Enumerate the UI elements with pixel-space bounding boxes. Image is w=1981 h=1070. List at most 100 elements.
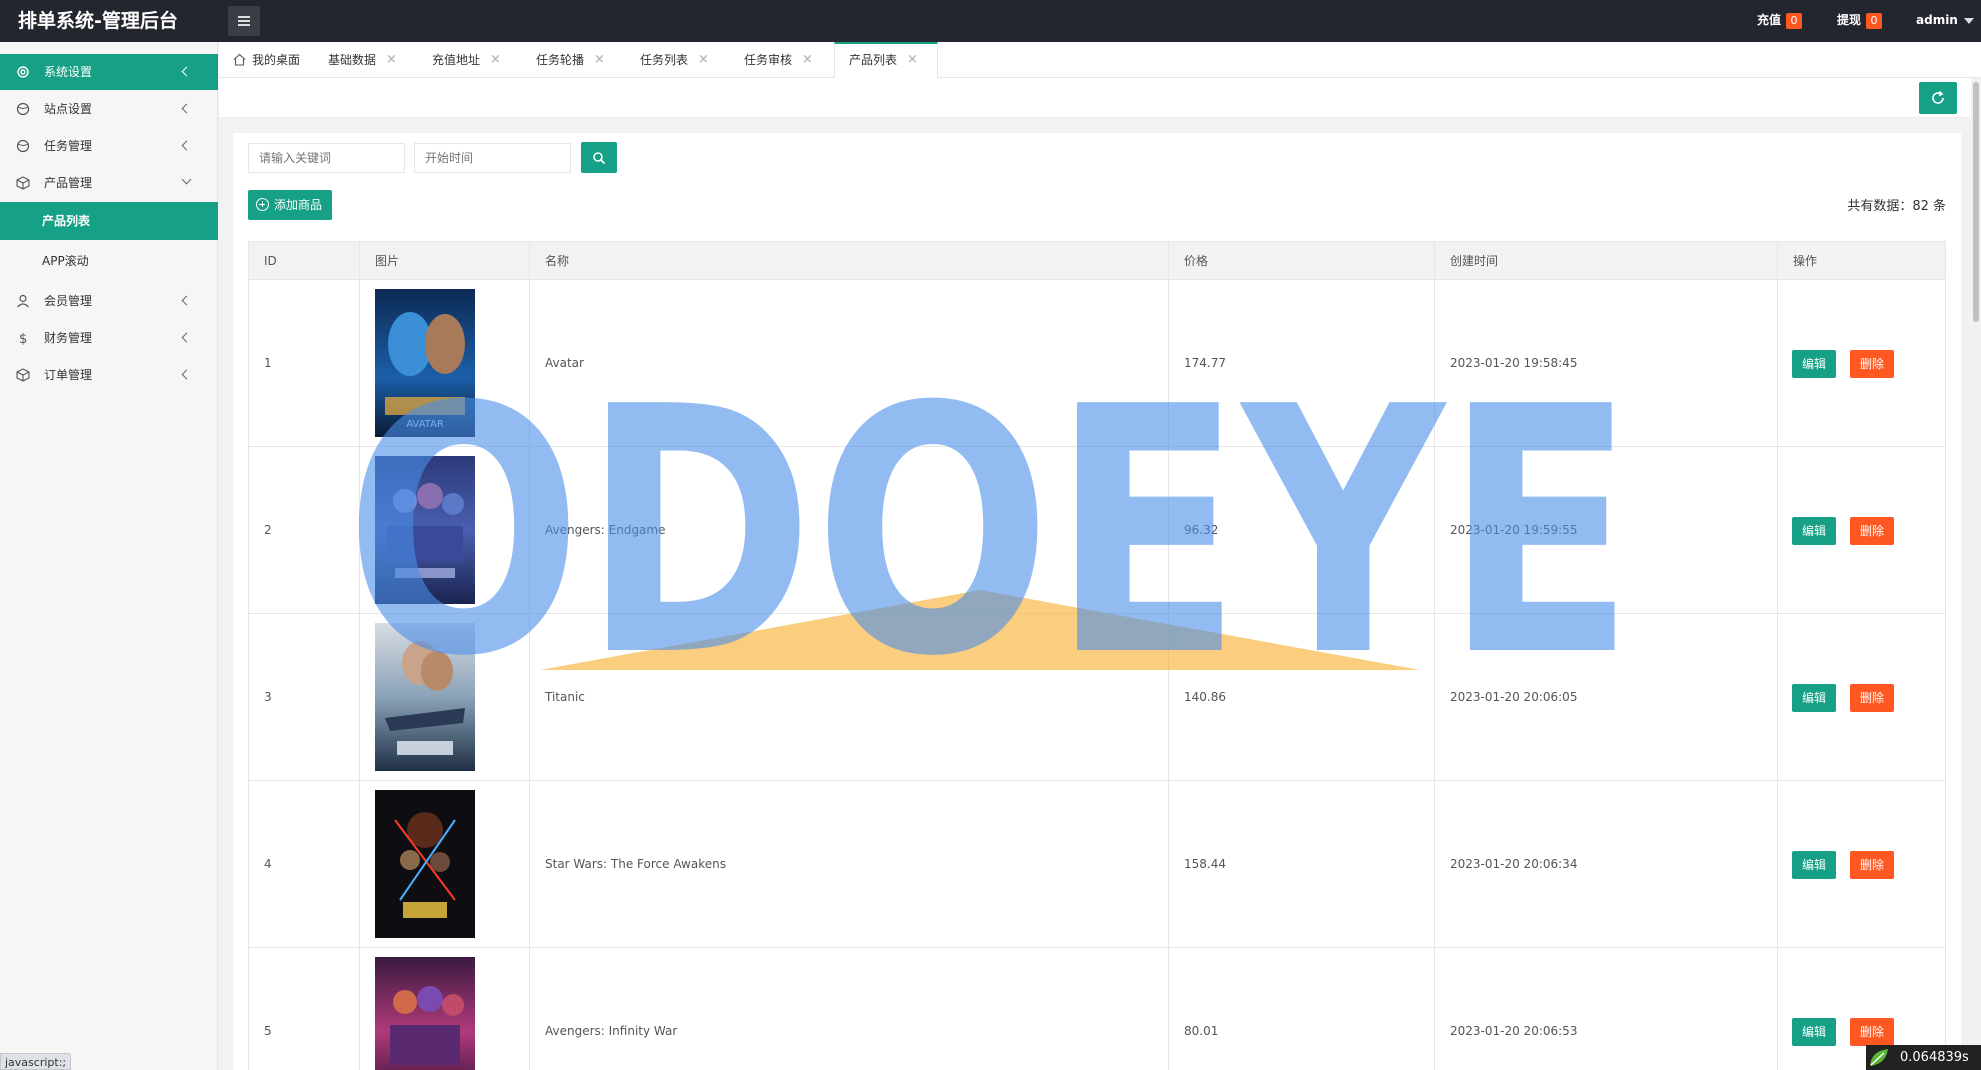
cell-name: Star Wars: The Force Awakens [530, 781, 1169, 947]
poster-image [375, 456, 475, 604]
chevron-left-icon [181, 369, 192, 380]
sidebar-item-product-list[interactable]: 产品列表 [0, 202, 218, 240]
box-icon [16, 368, 30, 382]
close-icon[interactable]: × [386, 42, 397, 78]
edit-button[interactable]: 编辑 [1792, 851, 1836, 879]
recharge-link[interactable]: 充值 0 [1757, 0, 1803, 42]
edit-button[interactable]: 编辑 [1792, 1018, 1836, 1046]
table-row: 2 Avengers: Endgame 96.32 2023-01-20 19:… [248, 447, 1946, 614]
tab-task-carousel[interactable]: 任务轮播 × [522, 42, 626, 78]
column-header: 名称 [530, 242, 1169, 281]
scrollbar-thumb[interactable] [1973, 82, 1979, 322]
chevron-down-icon [181, 174, 192, 185]
cell-name: Titanic [530, 614, 1169, 780]
close-icon[interactable]: × [802, 42, 813, 78]
gear-icon [17, 66, 29, 78]
withdraw-badge: 0 [1866, 12, 1883, 29]
box-icon [16, 176, 30, 190]
tab-product-list[interactable]: 产品列表 × [834, 42, 938, 78]
menu-toggle-button[interactable] [228, 6, 260, 36]
sidebar-item-product-management[interactable]: 产品管理 [0, 165, 218, 201]
cell-id: 5 [249, 948, 360, 1070]
close-icon[interactable]: × [490, 42, 501, 78]
delete-button[interactable]: 删除 [1850, 350, 1894, 378]
search-icon [593, 152, 606, 165]
edit-button[interactable]: 编辑 [1792, 350, 1836, 378]
tab-my-desktop[interactable]: 我的桌面 [219, 42, 314, 78]
globe-icon [16, 102, 30, 116]
delete-button[interactable]: 删除 [1850, 851, 1894, 879]
cell-actions: 编辑 删除 [1778, 447, 1946, 613]
cell-price: 140.86 [1169, 614, 1435, 780]
cell-created: 2023-01-20 20:06:05 [1435, 614, 1778, 780]
refresh-button[interactable] [1919, 82, 1957, 114]
edit-button[interactable]: 编辑 [1792, 517, 1836, 545]
app-title: 排单系统-管理后台 [18, 10, 178, 32]
tab-task-review[interactable]: 任务审核 × [730, 42, 834, 78]
cell-name: Avengers: Endgame [530, 447, 1169, 613]
tab-bar: 我的桌面 基础数据 × 充值地址 × 任务轮播 × 任务列表 × 任务审核 × 产品列表 × [219, 42, 1981, 78]
cell-image [360, 781, 530, 947]
svg-text:$: $ [19, 332, 27, 345]
close-icon[interactable]: × [907, 44, 918, 76]
poster-image [375, 790, 475, 938]
cell-id: 1 [249, 280, 360, 446]
cell-price: 174.77 [1169, 280, 1435, 446]
withdraw-link[interactable]: 提现 0 [1837, 0, 1883, 42]
sidebar-item-finance-management[interactable]: $ 财务管理 [0, 320, 218, 356]
chevron-left-icon [181, 103, 192, 114]
cell-name: Avengers: Infinity War [530, 948, 1169, 1070]
delete-button[interactable]: 删除 [1850, 684, 1894, 712]
user-icon [17, 294, 29, 308]
refresh-icon [1932, 90, 1944, 104]
cell-created: 2023-01-20 19:59:55 [1435, 447, 1778, 613]
cell-actions: 编辑 删除 [1778, 280, 1946, 446]
tab-basic-data[interactable]: 基础数据 × [314, 42, 418, 78]
close-icon[interactable]: × [594, 42, 605, 78]
chevron-left-icon [181, 66, 192, 77]
column-header: 图片 [360, 242, 530, 281]
keyword-search-input[interactable] [248, 143, 405, 173]
dollar-icon: $ [19, 332, 27, 345]
tab-task-list[interactable]: 任务列表 × [626, 42, 730, 78]
cell-image [360, 447, 530, 613]
user-menu[interactable]: admin [1916, 0, 1974, 42]
sidebar: 系统设置 站点设置 任务管理 产品管理 产品列表 APP滚动 会员管理 $ 财务… [0, 42, 218, 1070]
chevron-left-icon [181, 332, 192, 343]
start-date-input[interactable] [414, 143, 571, 173]
column-header: 操作 [1793, 254, 1818, 268]
home-icon [233, 53, 246, 66]
cell-id: 3 [249, 614, 360, 780]
globe-icon [16, 139, 30, 153]
column-header: 价格 [1169, 242, 1435, 281]
poster-image [375, 623, 475, 771]
plus-circle-icon [256, 198, 269, 211]
username: admin [1916, 13, 1958, 27]
caret-down-icon [1963, 17, 1974, 24]
sidebar-item-order-management[interactable]: 订单管理 [0, 357, 218, 393]
cell-name: Avatar [530, 280, 1169, 446]
search-button[interactable] [581, 142, 617, 173]
cell-image: AVATAR [360, 280, 530, 446]
cell-id: 4 [249, 781, 360, 947]
poster-image: AVATAR [375, 289, 475, 437]
edit-button[interactable]: 编辑 [1792, 684, 1836, 712]
cell-image [360, 614, 530, 780]
tab-recharge-address[interactable]: 充值地址 × [418, 42, 522, 78]
sidebar-item-system-settings[interactable]: 系统设置 [0, 54, 218, 90]
cell-created: 2023-01-20 20:06:53 [1435, 948, 1778, 1070]
content-toolbar [219, 78, 1981, 118]
sidebar-item-app-scroll[interactable]: APP滚动 [0, 242, 218, 280]
delete-button[interactable]: 删除 [1850, 517, 1894, 545]
table-row: 3 Titanic 140.86 2023-01-20 20:06:05 编辑 … [248, 614, 1946, 781]
leaf-icon [1870, 1049, 1888, 1066]
delete-button[interactable]: 删除 [1850, 1018, 1894, 1046]
close-icon[interactable]: × [698, 42, 709, 78]
sidebar-item-member-management[interactable]: 会员管理 [0, 283, 218, 319]
sidebar-item-site-settings[interactable]: 站点设置 [0, 91, 218, 127]
sidebar-item-task-management[interactable]: 任务管理 [0, 128, 218, 164]
add-product-button[interactable]: 添加商品 [248, 190, 332, 220]
cell-price: 96.32 [1169, 447, 1435, 613]
recharge-badge: 0 [1786, 12, 1803, 29]
cell-actions: 编辑 删除 [1778, 781, 1946, 947]
